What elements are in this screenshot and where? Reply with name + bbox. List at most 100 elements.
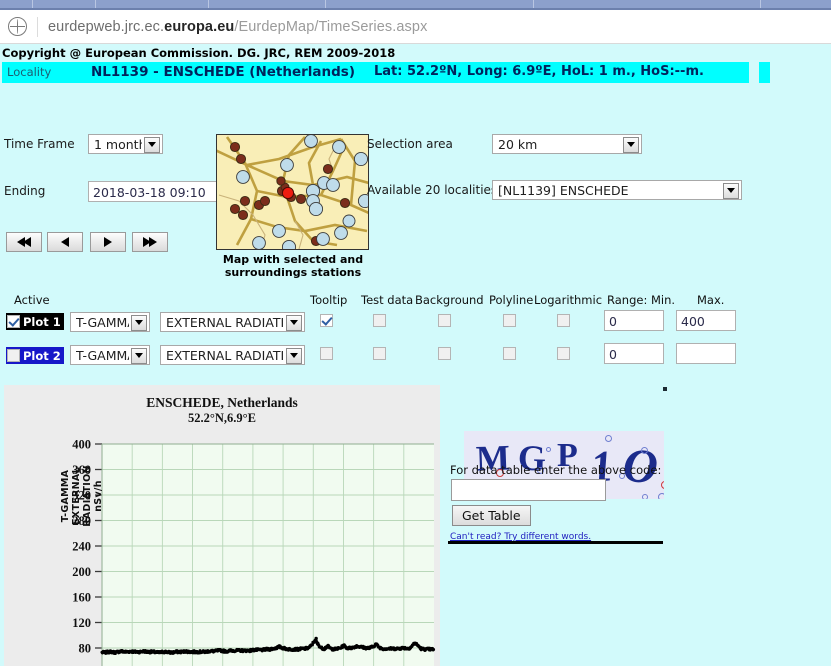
next-icon <box>104 237 112 247</box>
svg-text:80: 80 <box>79 642 92 656</box>
plot-1-polyline-checkbox[interactable] <box>503 314 516 327</box>
station-map-image <box>217 135 368 249</box>
chevron-down-icon[interactable] <box>623 136 639 153</box>
chart-y-axis-label: T-GAMMA EXTERNAL RADIATION nSv/h <box>60 436 104 556</box>
station-map[interactable] <box>216 134 369 250</box>
captcha-input[interactable] <box>451 479 606 501</box>
ending-label: Ending <box>4 184 46 198</box>
address-bar-url[interactable]: eurdepweb.jrc.ec.europa.eu/EurdepMap/Tim… <box>48 19 427 35</box>
copyright-notice: Copyright @ European Commission. DG. JRC… <box>2 46 396 60</box>
time-frame-label: Time Frame <box>4 137 75 151</box>
plot-1-min-input[interactable]: 0 <box>604 310 664 331</box>
url-host: europa.eu <box>164 18 235 35</box>
plot-2-test-data-checkbox[interactable] <box>373 347 386 360</box>
url-prefix: eurdepweb.jrc.ec. <box>48 18 165 35</box>
svg-text:200: 200 <box>72 565 91 579</box>
browser-tab-strip[interactable] <box>0 0 831 10</box>
plot-2-polyline-checkbox[interactable] <box>503 347 516 360</box>
time-frame-select[interactable]: 1 month <box>88 134 163 154</box>
map-caption-line2: surroundings stations <box>224 266 362 279</box>
first-button[interactable] <box>6 232 42 252</box>
available-localities-label: Available 20 localities <box>367 183 498 197</box>
plot-2-background-checkbox[interactable] <box>438 347 451 360</box>
last-button[interactable] <box>132 232 168 252</box>
plot-2-min-input[interactable]: 0 <box>604 343 664 364</box>
map-caption: Map with selected and surroundings stati… <box>213 253 373 279</box>
plot-1-quantity-value: T-GAMMA <box>76 314 129 330</box>
plot-2-quantity-value: T-GAMMA <box>76 347 129 363</box>
tooltip-column-header: Tooltip <box>310 293 348 307</box>
captcha-noise-ring <box>641 447 648 454</box>
captcha-noise-ring <box>546 447 551 452</box>
plot-2-tooltip-checkbox[interactable] <box>320 347 333 360</box>
tab-separator <box>32 0 33 8</box>
address-bar-divider <box>37 16 38 37</box>
plot-1-test-data-checkbox[interactable] <box>373 314 386 327</box>
address-bar[interactable]: eurdepweb.jrc.ec.europa.eu/EurdepMap/Tim… <box>0 10 831 44</box>
previous-button[interactable] <box>47 232 83 252</box>
y-axis-label-line3: nSv/h <box>93 480 104 512</box>
chevron-down-icon[interactable] <box>286 314 302 331</box>
plot-1-measurement-select[interactable]: EXTERNAL RADIATION <box>160 312 305 332</box>
selection-area-select[interactable]: 20 km <box>492 134 642 154</box>
plot-1-label: Plot 1 <box>23 314 61 329</box>
url-path: /EurdepMap/TimeSeries.aspx <box>234 18 428 35</box>
locality-name: NL1139 - ENSCHEDE (Netherlands) <box>87 62 369 83</box>
time-frame-value: 1 month <box>94 136 142 152</box>
plot-1-active-checkbox[interactable] <box>7 315 20 328</box>
plot-1-quantity-select[interactable]: T-GAMMA <box>70 312 150 332</box>
next-button[interactable] <box>90 232 126 252</box>
plot-1-active-toggle[interactable]: Plot 1 <box>6 313 64 330</box>
locality-gap <box>749 62 759 83</box>
captcha-noise-ring <box>642 494 648 499</box>
captcha-prompt: For data table enter the above code: <box>450 463 662 477</box>
plot-2-measurement-select[interactable]: EXTERNAL RADIATION <box>160 345 305 365</box>
map-caption-line1: Map with selected and <box>222 253 364 266</box>
rewind-icon-2 <box>23 237 31 247</box>
svg-text:160: 160 <box>72 591 91 605</box>
polyline-column-header: Polyline <box>489 293 534 307</box>
stray-marker <box>663 387 667 391</box>
plot-1-max-input[interactable]: 400 <box>676 310 736 331</box>
plot-2-active-toggle[interactable]: Plot 2 <box>6 347 64 364</box>
previous-icon <box>61 237 69 247</box>
selection-area-label: Selection area <box>367 137 453 151</box>
plot-2-active-checkbox[interactable] <box>7 349 20 362</box>
plot-2-label: Plot 2 <box>23 348 61 363</box>
plot-2-logarithmic-checkbox[interactable] <box>557 347 570 360</box>
plot-1-tooltip-checkbox[interactable] <box>320 314 333 327</box>
svg-text:120: 120 <box>72 616 91 630</box>
get-table-button[interactable]: Get Table <box>452 505 531 526</box>
chevron-down-icon[interactable] <box>131 314 147 331</box>
tab-separator <box>533 0 534 8</box>
page-content: Copyright @ European Commission. DG. JRC… <box>0 44 831 666</box>
chart-title: ENSCHEDE, Netherlands <box>146 395 298 410</box>
chevron-down-icon[interactable] <box>144 136 160 153</box>
chevron-down-icon[interactable] <box>131 347 147 364</box>
plot-2-quantity-select[interactable]: T-GAMMA <box>70 345 150 365</box>
y-axis-label-line1: T-GAMMA <box>60 469 71 523</box>
captcha-noise-ring <box>658 493 664 499</box>
range-min-column-header: Range: Min. <box>607 293 676 307</box>
locality-coords: Lat: 52.2ºN, Long: 6.9ºE, HoL: 1 m., HoS… <box>369 62 749 83</box>
locality-label: Locality <box>2 62 87 83</box>
plot-1-background-checkbox[interactable] <box>438 314 451 327</box>
chevron-down-icon[interactable] <box>286 347 302 364</box>
tab-separator <box>325 0 326 8</box>
locality-end-block <box>759 62 770 83</box>
tab-separator <box>760 0 761 8</box>
plot-1-measurement-value: EXTERNAL RADIATION <box>166 314 284 330</box>
chevron-down-icon[interactable] <box>723 182 739 199</box>
available-localities-select[interactable]: [NL1139] ENSCHEDE <box>492 180 742 200</box>
tab-separator <box>95 0 96 8</box>
tab-separator <box>208 0 209 8</box>
locality-header: Locality NL1139 - ENSCHEDE (Netherlands)… <box>2 62 831 83</box>
plot-2-measurement-value: EXTERNAL RADIATION <box>166 347 284 363</box>
ending-input[interactable]: 2018-03-18 09:10 <box>88 181 218 202</box>
plot-2-max-input[interactable] <box>676 343 736 364</box>
active-column-header: Active <box>14 293 50 307</box>
chart-subtitle: 52.2°N,6.9°E <box>188 411 256 425</box>
range-max-column-header: Max. <box>697 293 725 307</box>
plot-1-logarithmic-checkbox[interactable] <box>557 314 570 327</box>
y-axis-label-line2: EXTERNAL RADIATION <box>71 465 93 527</box>
